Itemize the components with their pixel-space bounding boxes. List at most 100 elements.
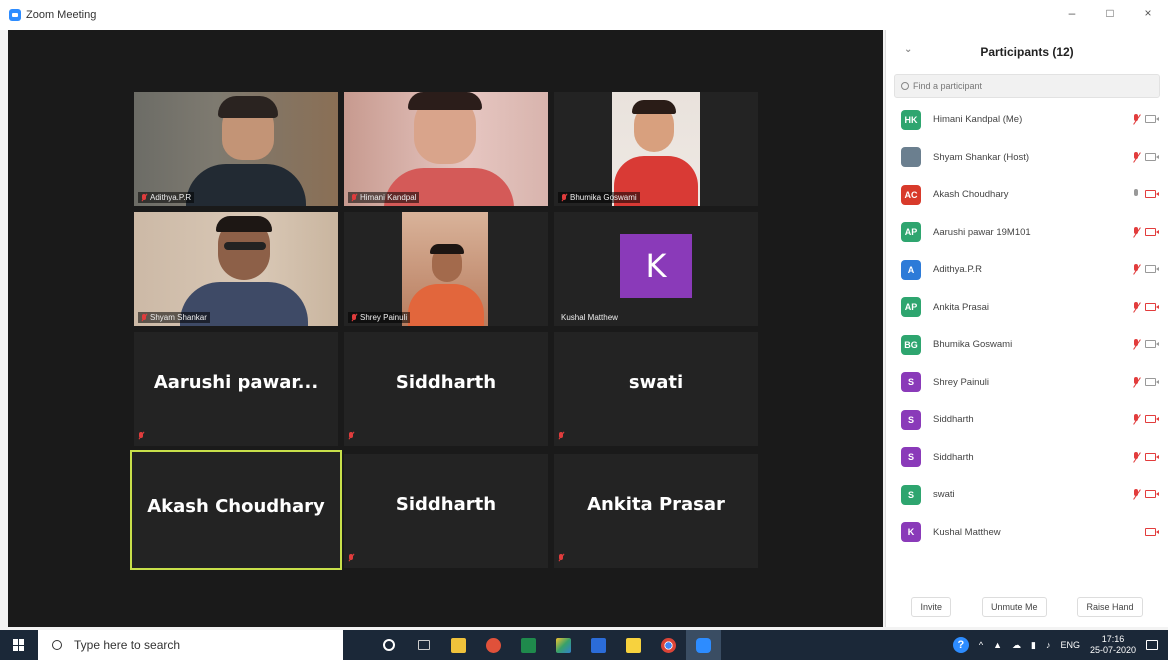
participants-panel: ⌄ Participants (12) Find a participant H… <box>885 30 1168 627</box>
participant-status-icons <box>1131 488 1159 500</box>
tile-name-label: Himani Kandpal <box>348 192 420 203</box>
language-indicator[interactable]: ENG <box>1060 640 1080 650</box>
participant-row[interactable]: AC Akash Choudhary <box>886 176 1168 214</box>
maximize-button[interactable]: □ <box>1100 6 1120 20</box>
video-tile[interactable]: Aarushi pawar... <box>134 332 338 446</box>
mic-muted-icon <box>1131 376 1141 388</box>
unmute-me-button[interactable]: Unmute Me <box>981 597 1047 617</box>
video-icon <box>1145 152 1159 161</box>
video-tile[interactable]: Siddharth <box>344 454 548 568</box>
participant-name: Ankita Prasar <box>587 494 725 515</box>
mic-muted-icon <box>558 432 564 440</box>
battery-icon[interactable]: ▮ <box>1031 640 1036 651</box>
participant-row[interactable]: S Siddharth <box>886 401 1168 439</box>
onedrive-icon[interactable]: ☁ <box>1012 640 1021 651</box>
participant-row[interactable]: S Shrey Painuli <box>886 364 1168 402</box>
participant-name: swati <box>628 372 684 393</box>
mic-icon <box>1131 188 1141 200</box>
participant-avatar: AC <box>901 184 921 205</box>
participant-name: Himani Kandpal (Me) <box>933 114 1023 126</box>
video-tile-active-speaker[interactable]: Akash Choudhary <box>130 450 342 570</box>
chrome-button[interactable] <box>651 630 686 660</box>
volume-icon[interactable]: ♪ <box>1046 640 1051 650</box>
mic-muted-icon <box>1131 263 1141 275</box>
taskbar-search-input[interactable]: Type here to search <box>38 630 343 660</box>
panel-title: Participants (12) <box>980 45 1074 59</box>
folder-icon <box>451 637 466 653</box>
task-view-icon <box>417 640 430 650</box>
windows-logo-icon <box>13 639 25 651</box>
mic-muted-icon <box>348 554 354 562</box>
video-tile[interactable]: Shrey Painuli <box>344 212 548 326</box>
video-tile[interactable]: Siddharth <box>344 332 548 446</box>
video-tile[interactable]: Adithya.P.R <box>134 92 338 206</box>
zoom-taskbar-button[interactable] <box>686 630 721 660</box>
mic-muted-icon <box>1131 301 1141 313</box>
video-tile[interactable]: Himani Kandpal <box>344 92 548 206</box>
sticky-notes-icon <box>626 637 641 653</box>
browser-button[interactable] <box>476 630 511 660</box>
minimize-button[interactable]: – <box>1062 6 1082 20</box>
participant-row[interactable]: K Kushal Matthew <box>886 514 1168 552</box>
zoom-app-icon <box>9 9 21 21</box>
participant-row[interactable]: HK Himani Kandpal (Me) <box>886 101 1168 139</box>
invite-button[interactable]: Invite <box>911 597 951 617</box>
raise-hand-button[interactable]: Raise Hand <box>1077 597 1143 617</box>
video-off-icon <box>1145 190 1159 198</box>
network-icon[interactable]: ▲ <box>993 640 1002 650</box>
paint-button[interactable] <box>546 630 581 660</box>
tile-name-label: Shrey Painuli <box>348 312 411 323</box>
participant-row[interactable]: BG Bhumika Goswami <box>886 326 1168 364</box>
mic-muted-icon <box>138 432 144 440</box>
mic-muted-icon <box>1131 151 1141 163</box>
video-tile[interactable]: Shyam Shankar <box>134 212 338 326</box>
panel-footer: Invite Unmute Me Raise Hand <box>886 595 1168 619</box>
close-button[interactable]: × <box>1138 6 1158 20</box>
search-icon <box>52 640 62 650</box>
participant-row[interactable]: AP Ankita Prasai <box>886 289 1168 327</box>
participant-row[interactable]: A Adithya.P.R <box>886 251 1168 289</box>
zoom-icon <box>696 637 711 653</box>
cortana-button[interactable] <box>371 630 406 660</box>
video-tile[interactable]: swati <box>554 332 758 446</box>
mic-muted-icon <box>141 193 147 202</box>
participant-search-input[interactable]: Find a participant <box>894 74 1160 98</box>
mic-muted-icon <box>141 313 147 322</box>
participant-status-icons <box>1131 413 1159 425</box>
notification-icon[interactable] <box>1146 640 1158 650</box>
chevron-up-icon[interactable]: ^ <box>979 640 983 650</box>
participant-name: Siddharth <box>933 414 974 426</box>
windows-taskbar: Type here to search ? ^ ▲ ☁ ▮ ♪ ENG 17:1… <box>0 630 1168 660</box>
help-icon[interactable]: ? <box>952 637 969 653</box>
participant-status-icons <box>1131 451 1159 463</box>
clock[interactable]: 17:16 25-07-2020 <box>1090 634 1136 656</box>
participant-row[interactable]: S Siddharth <box>886 439 1168 477</box>
chevron-down-icon[interactable]: ⌄ <box>904 44 912 55</box>
file-explorer-button[interactable] <box>441 630 476 660</box>
participant-avatar: A <box>901 259 921 280</box>
mic-muted-icon <box>1131 226 1141 238</box>
participant-row[interactable]: Sswati <box>886 476 1168 514</box>
participant-avatar: K <box>901 522 921 543</box>
paint-icon <box>556 637 571 653</box>
start-button[interactable] <box>0 630 38 660</box>
video-icon <box>1145 265 1159 273</box>
system-tray: ? ^ ▲ ☁ ▮ ♪ ENG 17:16 25-07-2020 <box>952 630 1168 660</box>
participant-row[interactable]: AP Aarushi pawar 19M101 <box>886 214 1168 252</box>
video-tile[interactable]: K Kushal Matthew <box>554 212 758 326</box>
sticky-notes-button[interactable] <box>616 630 651 660</box>
task-view-button[interactable] <box>406 630 441 660</box>
excel-button[interactable] <box>511 630 546 660</box>
participant-row[interactable]: Shyam Shankar (Host) <box>886 139 1168 177</box>
mic-muted-icon <box>348 432 354 440</box>
participant-name: Aarushi pawar... <box>153 372 319 393</box>
taskbar-apps <box>371 630 721 660</box>
participant-name: Shyam Shankar (Host) <box>933 151 1030 163</box>
video-tile[interactable]: Bhumika Goswami <box>554 92 758 206</box>
mic-muted-icon <box>1131 451 1141 463</box>
video-tile[interactable]: Ankita Prasar <box>554 454 758 568</box>
participant-name: Aarushi pawar 19M101 <box>933 226 1031 238</box>
word-button[interactable] <box>581 630 616 660</box>
word-icon <box>591 637 606 653</box>
gallery-view: Adithya.P.R Himani Kandpal Bhumika Goswa… <box>8 30 883 627</box>
